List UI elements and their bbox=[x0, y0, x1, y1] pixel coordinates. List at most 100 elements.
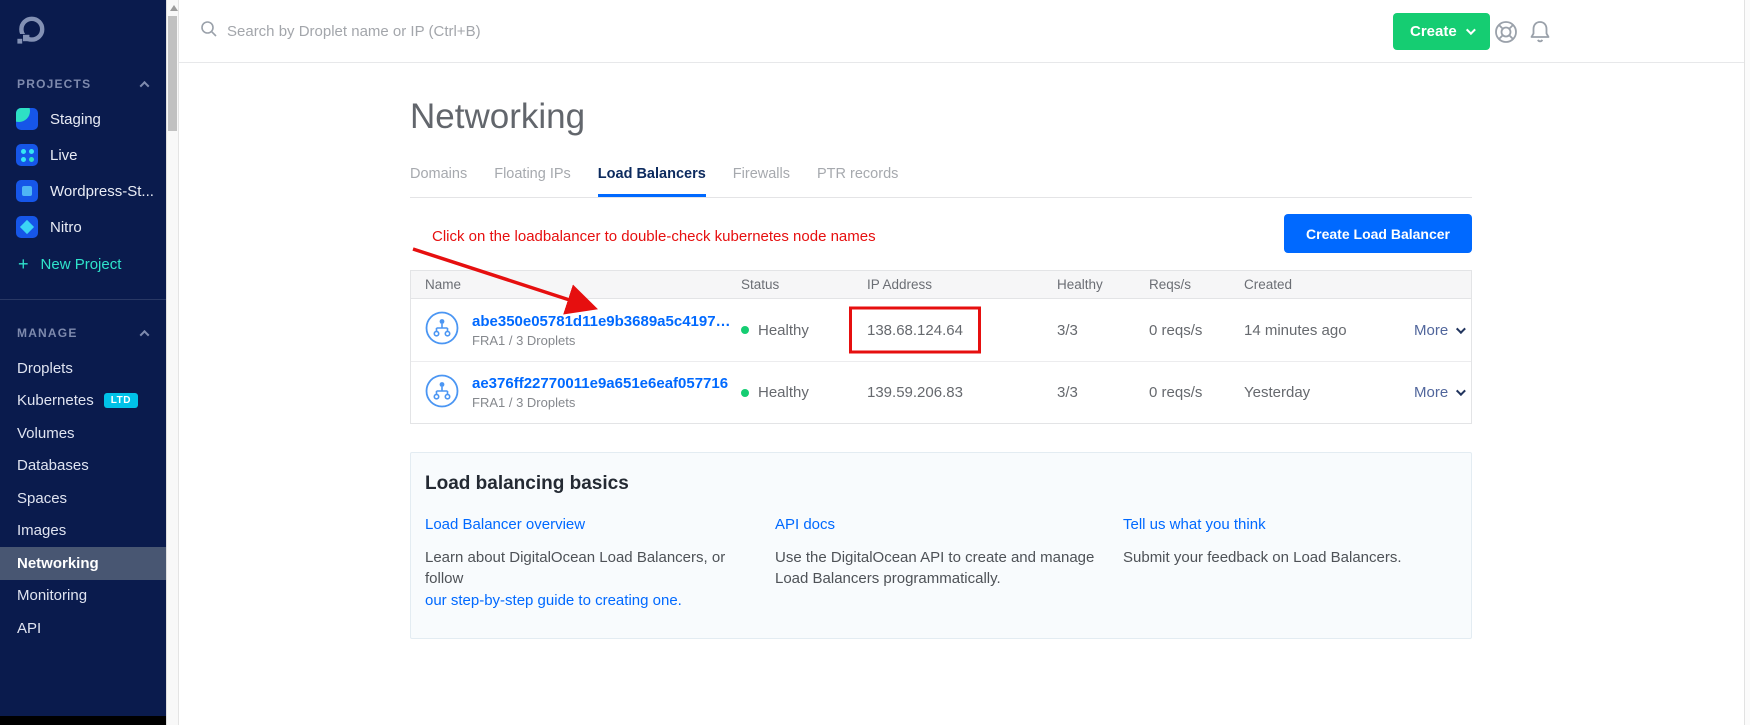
tab-domains[interactable]: Domains bbox=[410, 166, 467, 197]
step-by-step-guide-link[interactable]: our step-by-step guide to creating one. bbox=[425, 592, 682, 609]
healthy-status-dot bbox=[741, 389, 749, 397]
digitalocean-logo-icon[interactable] bbox=[15, 14, 166, 51]
search-input[interactable] bbox=[227, 23, 867, 40]
tab-firewalls[interactable]: Firewalls bbox=[733, 166, 790, 197]
sidebar-item-api[interactable]: API bbox=[0, 612, 166, 645]
load-balancer-name-link[interactable]: ae376ff22770011e9a651e6eaf057716 bbox=[472, 375, 728, 392]
tab-ptr-records[interactable]: PTR records bbox=[817, 166, 898, 197]
create-load-balancer-button[interactable]: Create Load Balancer bbox=[1284, 214, 1472, 253]
search-icon bbox=[200, 20, 218, 43]
bottom-black-strip bbox=[0, 716, 166, 725]
col-header-reqs: Reqs/s bbox=[1149, 277, 1244, 292]
sidebar-project-nitro[interactable]: Nitro bbox=[0, 209, 166, 245]
new-project-label: New Project bbox=[41, 256, 122, 273]
basics-column-overview: Load Balancer overview Learn about Digit… bbox=[425, 516, 775, 611]
project-label: Live bbox=[50, 147, 78, 164]
load-balancer-overview-link[interactable]: Load Balancer overview bbox=[425, 516, 585, 533]
load-balancer-icon bbox=[425, 311, 459, 349]
ip-address: 139.59.206.83 bbox=[867, 384, 963, 401]
item-label: Volumes bbox=[17, 425, 75, 442]
chevron-up-icon bbox=[140, 329, 150, 339]
tab-bar: Domains Floating IPs Load Balancers Fire… bbox=[410, 166, 1472, 198]
more-label: More bbox=[1414, 384, 1448, 401]
col-header-ip: IP Address bbox=[867, 277, 1057, 292]
healthy-status-dot bbox=[741, 326, 749, 334]
sidebar-item-monitoring[interactable]: Monitoring bbox=[0, 580, 166, 613]
more-label: More bbox=[1414, 322, 1448, 339]
basics-text: Learn about DigitalOcean Load Balancers,… bbox=[425, 549, 725, 587]
projects-section-header[interactable]: PROJECTS bbox=[0, 77, 166, 91]
manage-list: Droplets Kubernetes LTD Volumes Database… bbox=[0, 352, 166, 645]
sidebar-item-droplets[interactable]: Droplets bbox=[0, 352, 166, 385]
created-time: Yesterday bbox=[1244, 384, 1414, 401]
sidebar-item-volumes[interactable]: Volumes bbox=[0, 417, 166, 450]
page-title: Networking bbox=[410, 97, 1472, 137]
project-label: Staging bbox=[50, 111, 101, 128]
sidebar-scrollbar[interactable] bbox=[166, 0, 179, 725]
projects-label: PROJECTS bbox=[17, 77, 91, 91]
api-docs-link[interactable]: API docs bbox=[775, 516, 835, 533]
load-balancer-region: FRA1 / 3 Droplets bbox=[472, 395, 728, 410]
feedback-link[interactable]: Tell us what you think bbox=[1123, 516, 1266, 533]
create-button[interactable]: Create bbox=[1393, 13, 1490, 50]
nitro-project-icon bbox=[16, 216, 38, 238]
basics-column-api: API docs Use the DigitalOcean API to cre… bbox=[775, 516, 1123, 611]
main-content: Networking Domains Floating IPs Load Bal… bbox=[179, 64, 1744, 725]
sidebar-item-networking[interactable]: Networking bbox=[0, 547, 166, 580]
create-label: Create bbox=[1410, 23, 1457, 40]
col-header-status: Status bbox=[741, 277, 867, 292]
load-balancer-name-link[interactable]: abe350e05781d11e9b3689a5c4197… bbox=[472, 313, 731, 330]
item-label: Kubernetes bbox=[17, 392, 94, 409]
ltd-badge: LTD bbox=[104, 393, 138, 408]
sidebar-project-live[interactable]: Live bbox=[0, 137, 166, 173]
basics-title: Load balancing basics bbox=[425, 473, 1471, 495]
item-label: Databases bbox=[17, 457, 89, 474]
new-project-button[interactable]: + New Project bbox=[18, 255, 166, 273]
project-label: Nitro bbox=[50, 219, 82, 236]
requests-per-second: 0 reqs/s bbox=[1149, 322, 1244, 339]
healthy-count: 3/3 bbox=[1057, 322, 1149, 339]
chevron-up-icon bbox=[140, 80, 150, 90]
scroll-up-arrow-icon[interactable] bbox=[170, 5, 178, 11]
status-text: Healthy bbox=[758, 384, 809, 401]
staging-project-icon bbox=[16, 108, 38, 130]
action-row: Click on the loadbalancer to double-chec… bbox=[410, 198, 1472, 270]
item-label: Spaces bbox=[17, 490, 67, 507]
item-label: Droplets bbox=[17, 360, 73, 377]
wordpress-project-icon bbox=[16, 180, 38, 202]
load-balancer-region: FRA1 / 3 Droplets bbox=[472, 333, 731, 348]
basics-text: Submit your feedback on Load Balancers. bbox=[1123, 547, 1455, 568]
sidebar-project-staging[interactable]: Staging bbox=[0, 101, 166, 137]
basics-column-feedback: Tell us what you think Submit your feedb… bbox=[1123, 516, 1471, 611]
item-label: Networking bbox=[17, 555, 99, 572]
load-balancing-basics-panel: Load balancing basics Load Balancer over… bbox=[410, 452, 1472, 639]
col-header-name: Name bbox=[425, 277, 741, 292]
notifications-bell-icon[interactable] bbox=[1528, 19, 1552, 50]
col-header-healthy: Healthy bbox=[1057, 277, 1149, 292]
basics-text: Use the DigitalOcean API to create and m… bbox=[775, 547, 1107, 590]
col-header-created: Created bbox=[1244, 277, 1414, 292]
live-project-icon bbox=[16, 144, 38, 166]
sidebar: PROJECTS Staging Live Wordpress-St... Ni… bbox=[0, 0, 166, 725]
item-label: Monitoring bbox=[17, 587, 87, 604]
sidebar-item-spaces[interactable]: Spaces bbox=[0, 482, 166, 515]
created-time: 14 minutes ago bbox=[1244, 322, 1414, 339]
status-text: Healthy bbox=[758, 322, 809, 339]
manage-section-header[interactable]: MANAGE bbox=[0, 326, 166, 340]
table-row: abe350e05781d11e9b3689a5c4197… FRA1 / 3 … bbox=[411, 299, 1471, 361]
sidebar-project-wordpress[interactable]: Wordpress-St... bbox=[0, 173, 166, 209]
projects-list: Staging Live Wordpress-St... Nitro bbox=[0, 101, 166, 245]
more-menu-button[interactable]: More bbox=[1414, 384, 1489, 401]
tab-floating-ips[interactable]: Floating IPs bbox=[494, 166, 571, 197]
item-label: Images bbox=[17, 522, 66, 539]
plus-icon: + bbox=[18, 255, 29, 273]
tab-load-balancers[interactable]: Load Balancers bbox=[598, 166, 706, 197]
sidebar-item-kubernetes[interactable]: Kubernetes LTD bbox=[0, 385, 166, 418]
page-scrollbar[interactable] bbox=[1744, 0, 1750, 725]
more-menu-button[interactable]: More bbox=[1414, 322, 1489, 339]
scrollbar-thumb[interactable] bbox=[168, 16, 177, 131]
help-lifering-icon[interactable] bbox=[1493, 19, 1519, 50]
project-label: Wordpress-St... bbox=[50, 183, 154, 200]
sidebar-item-images[interactable]: Images bbox=[0, 515, 166, 548]
sidebar-item-databases[interactable]: Databases bbox=[0, 450, 166, 483]
